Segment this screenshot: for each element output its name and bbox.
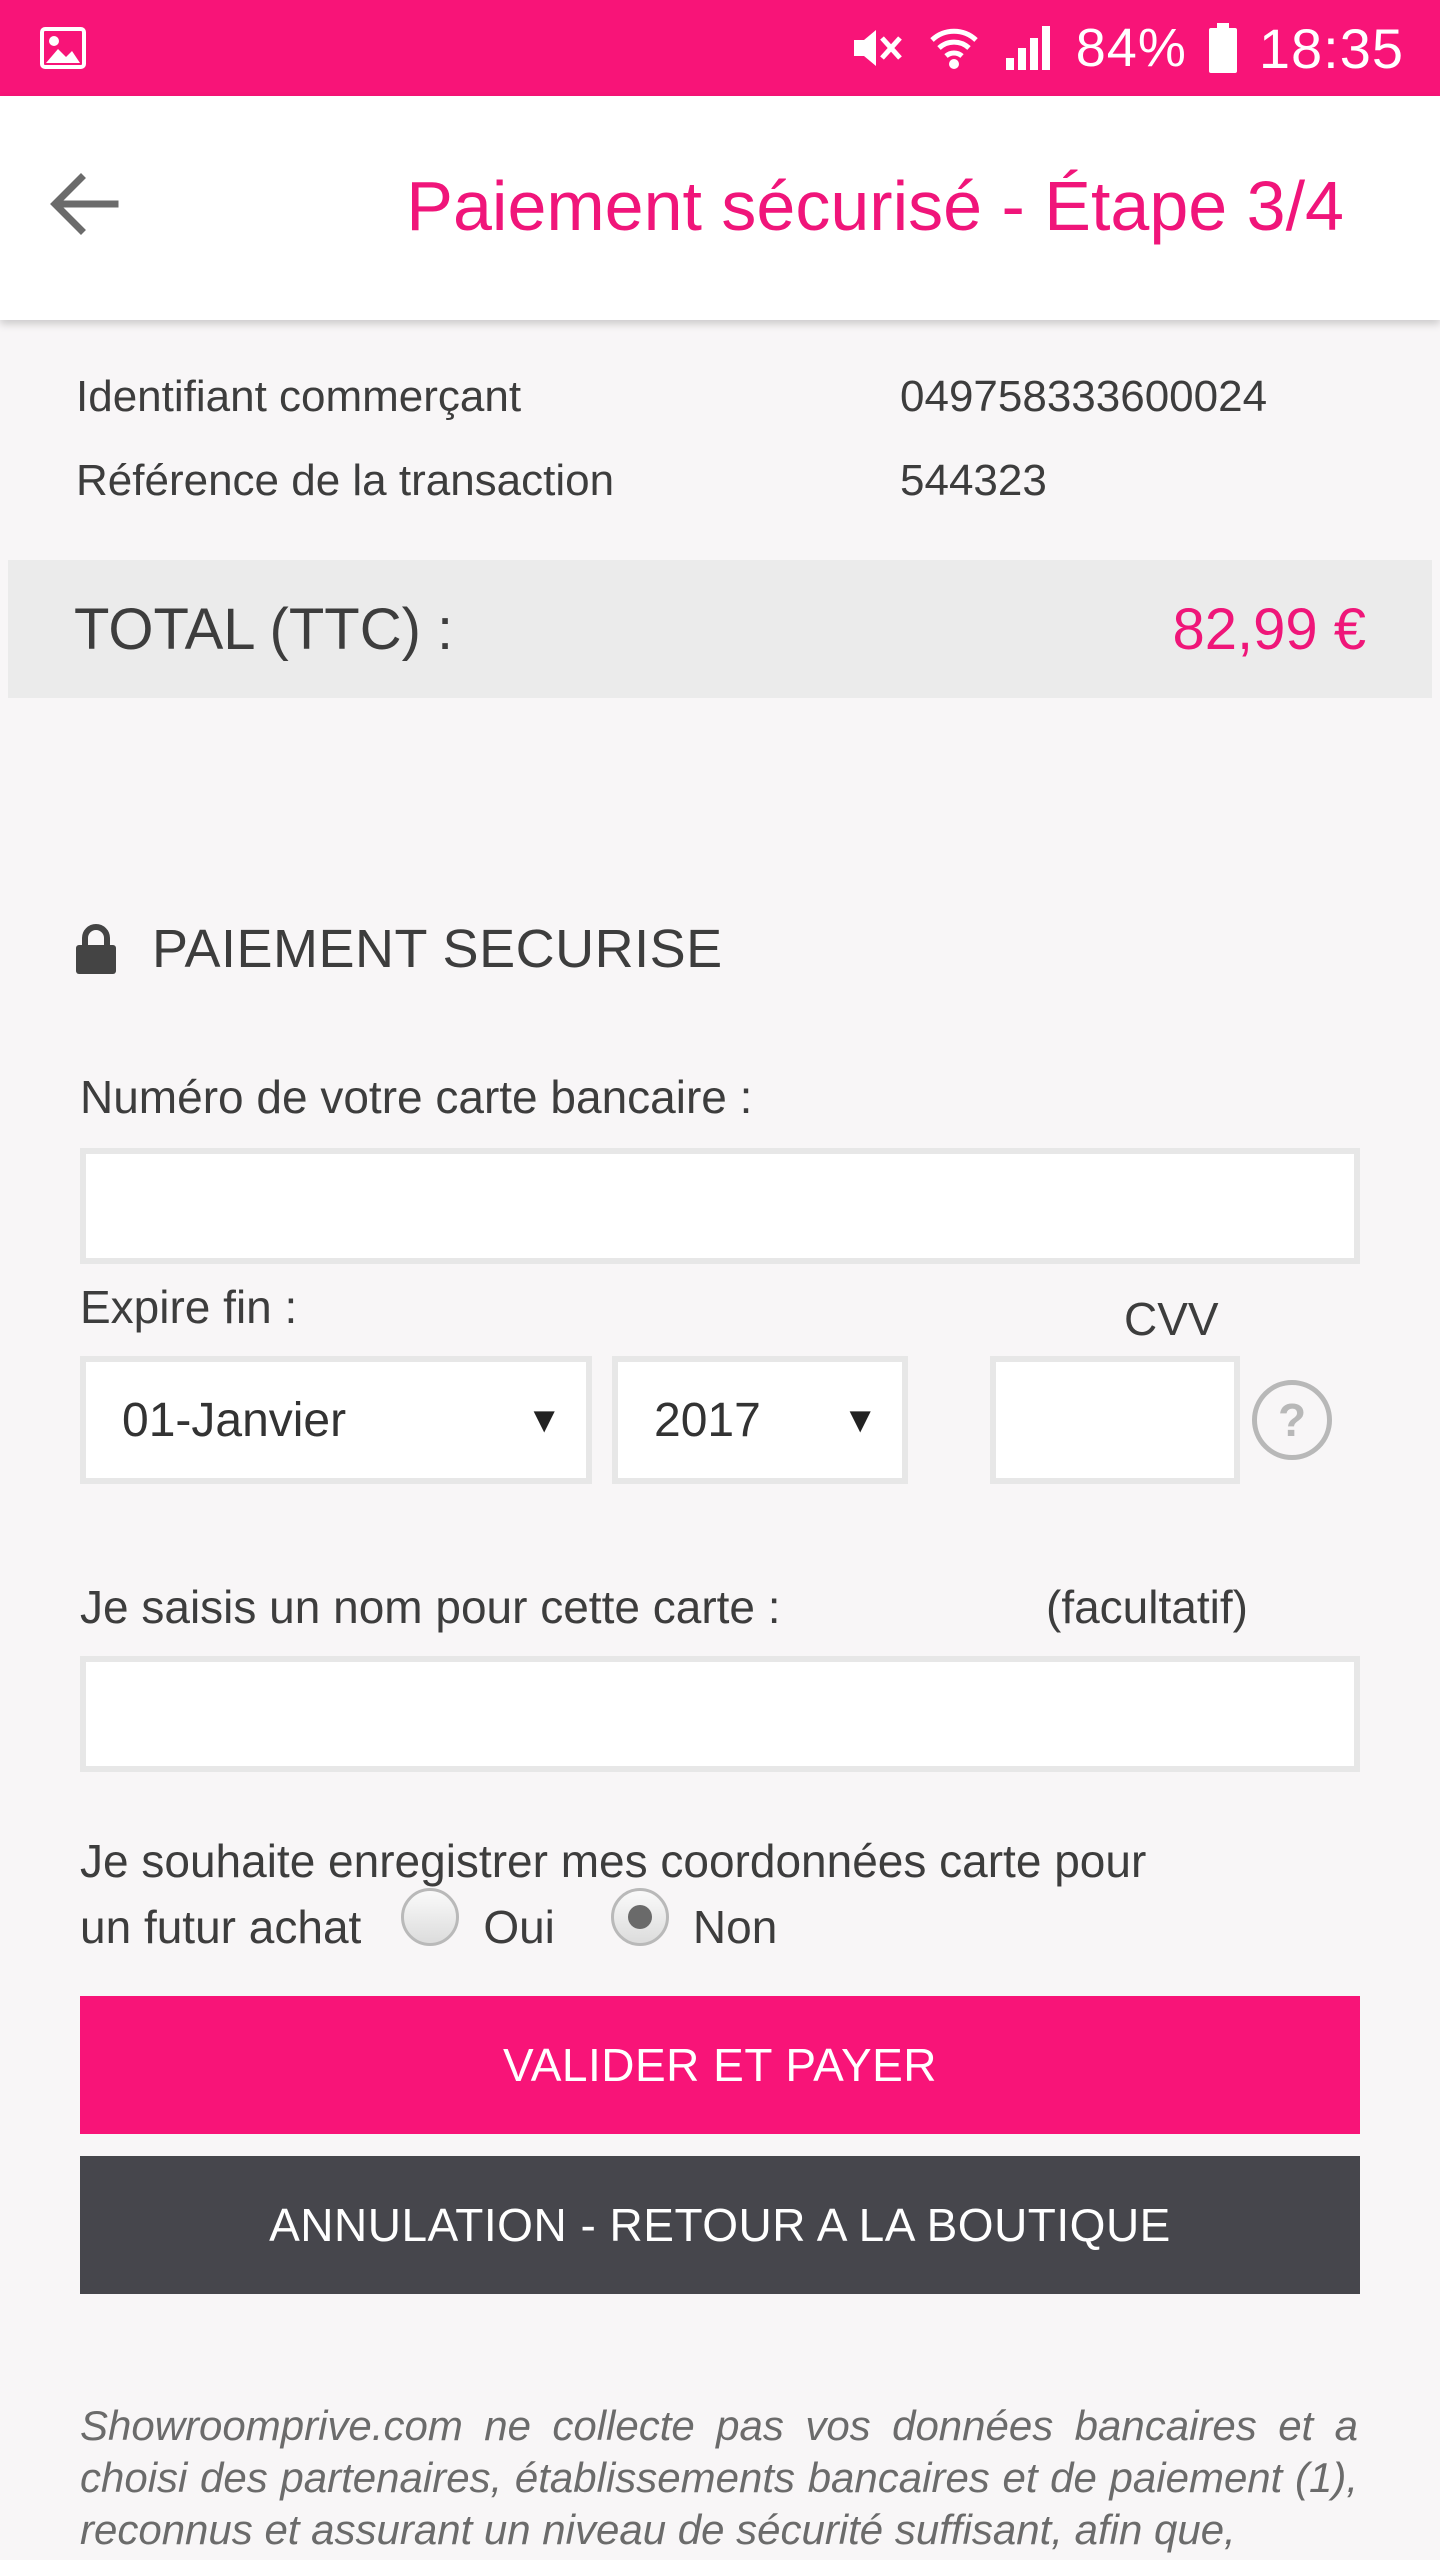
disclaimer-text: Showroomprive.com ne collecte pas vos do… [80,2402,1358,2553]
transaction-ref-label: Référence de la transaction [76,456,615,505]
arrow-left-icon [50,173,119,235]
battery-icon [1208,23,1237,73]
lock-icon [76,924,116,974]
dropdown-arrow-icon: ▼ [526,1399,562,1440]
mute-icon [850,24,906,72]
radio-yes-label[interactable]: Oui [483,1900,555,1954]
expiry-month-select[interactable]: 01-Janvier ▼ [80,1356,592,1484]
expiry-year-value: 2017 [654,1393,761,1447]
clock: 18:35 [1258,16,1404,80]
signal-icon [1002,24,1054,72]
app-bar: Paiement sécurisé - Étape 3/4 [0,96,1440,320]
gallery-notification-icon [40,27,86,69]
radio-selected-dot [627,1905,652,1929]
card-number-input[interactable] [80,1148,1360,1264]
dropdown-arrow-icon: ▼ [842,1399,878,1440]
save-card-question-cont: un futur achat [80,1901,362,1953]
radio-no[interactable] [610,1888,669,1946]
battery-percentage: 84% [1075,18,1187,78]
total-bar: TOTAL (TTC) : 82,99 € [8,560,1432,698]
cvv-input[interactable] [990,1356,1240,1484]
cancel-return-button[interactable]: ANNULATION - RETOUR A LA BOUTIQUE [80,2156,1360,2294]
card-name-label: Je saisis un nom pour cette carte : [80,1581,781,1633]
total-label: TOTAL (TTC) : [74,596,454,662]
radio-yes[interactable] [401,1888,460,1946]
merchant-id-label: Identifiant commerçant [76,372,522,421]
transaction-ref-row: Référence de la transaction 544323 [76,456,1366,506]
card-number-label: Numéro de votre carte bancaire : [80,1071,753,1123]
expiry-month-value: 01-Janvier [122,1393,347,1447]
card-name-input[interactable] [80,1656,1360,1772]
merchant-id-row: Identifiant commerçant 049758333600024 [76,372,1366,422]
save-card-options: un futur achat Oui Non [80,1888,777,1954]
back-button[interactable] [36,156,132,252]
status-bar: 84% 18:35 [0,0,1440,96]
page-title: Paiement sécurisé - Étape 3/4 [406,167,1344,245]
wifi-icon [928,22,980,74]
secure-payment-title: PAIEMENT SECURISE [152,919,723,979]
radio-no-label[interactable]: Non [693,1900,777,1954]
secure-payment-header: PAIEMENT SECURISE [76,918,723,980]
cvv-label: CVV [1124,1293,1219,1345]
optional-label: (facultatif) [1046,1581,1248,1633]
expiry-year-select[interactable]: 2017 ▼ [612,1356,908,1484]
total-amount: 82,99 € [1172,596,1366,662]
save-card-question: Je souhaite enregistrer mes coordonnées … [80,1835,1147,1887]
transaction-ref-value: 544323 [900,456,1047,505]
expiry-label: Expire fin : [80,1281,298,1333]
merchant-id-value: 049758333600024 [900,372,1268,421]
validate-pay-button[interactable]: VALIDER ET PAYER [80,1996,1360,2134]
cvv-help-icon[interactable]: ? [1252,1380,1332,1460]
